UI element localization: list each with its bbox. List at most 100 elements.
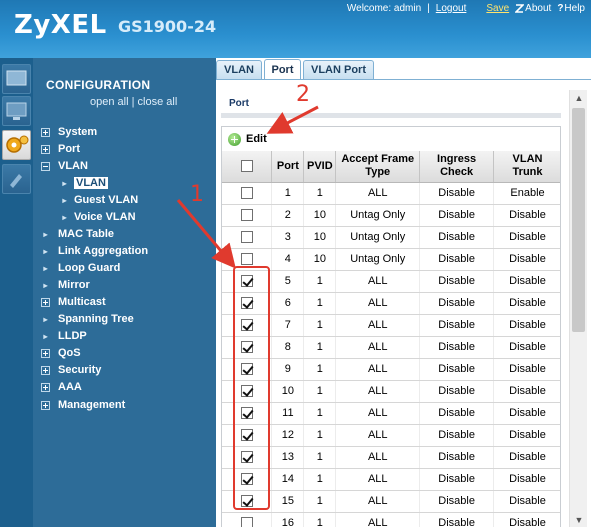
accept-frame-cell: ALL: [335, 490, 421, 513]
port-cell: 8: [271, 336, 305, 359]
separator: |: [427, 3, 430, 14]
table-row[interactable]: 16 1 ALL Disable Disable: [222, 512, 560, 527]
pvid-cell: 10: [303, 204, 337, 227]
table-row[interactable]: 4 10 Untag Only Disable Disable: [222, 248, 560, 271]
table-row[interactable]: 13 1 ALL Disable Disable: [222, 446, 560, 469]
vlan-trunk-cell: Disable: [493, 248, 560, 271]
ingress-check-cell: Disable: [419, 380, 495, 403]
table-row[interactable]: 10 1 ALL Disable Disable: [222, 380, 560, 403]
port-cell: 14: [271, 468, 305, 491]
table-row[interactable]: 11 1 ALL Disable Disable: [222, 402, 560, 425]
welcome-text: Welcome: admin: [346, 3, 422, 14]
pvid-cell: 1: [303, 358, 337, 381]
sidebar-subitem-voice-vlan[interactable]: ▸ Voice VLAN: [60, 210, 135, 224]
tab-port[interactable]: Port: [264, 59, 301, 80]
sidebar-subitem-guest-vlan[interactable]: ▸ Guest VLAN: [60, 193, 138, 207]
pvid-cell: 1: [303, 292, 337, 315]
select-all-checkbox[interactable]: [240, 159, 253, 172]
sidebar-item-vlan[interactable]: VLAN: [41, 159, 88, 173]
sidebar-item-port[interactable]: Port: [41, 142, 80, 156]
table-row[interactable]: 12 1 ALL Disable Disable: [222, 424, 560, 447]
row-checkbox[interactable]: [240, 209, 253, 222]
close-all-link[interactable]: close all: [138, 96, 178, 108]
table-row[interactable]: 5 1 ALL Disable Disable: [222, 270, 560, 293]
accept-frame-cell: Untag Only: [335, 248, 421, 271]
expand-icon: [41, 400, 50, 410]
row-select-cell[interactable]: [222, 226, 273, 249]
pvid-cell: 1: [303, 336, 337, 359]
sidebar-item-mirror[interactable]: ▸ Mirror: [41, 278, 89, 292]
table-row[interactable]: 1 1 ALL Disable Enable: [222, 182, 560, 205]
ingress-check-cell: Disable: [419, 314, 495, 337]
select-all-header[interactable]: [222, 151, 273, 183]
sidebar-item-qos[interactable]: QoS: [41, 346, 81, 360]
port-cell: 1: [271, 182, 305, 205]
table-row[interactable]: 15 1 ALL Disable Disable: [222, 490, 560, 513]
open-all-link[interactable]: open all: [90, 96, 129, 108]
status-mode-button[interactable]: [2, 64, 31, 94]
sidebar-item-aaa[interactable]: AAA: [41, 380, 82, 394]
ingress-check-header: Ingress Check: [419, 151, 495, 183]
table-row[interactable]: 8 1 ALL Disable Disable: [222, 336, 560, 359]
tab-vlan-port[interactable]: VLAN Port: [303, 60, 374, 79]
bullet-icon: ▸: [43, 331, 48, 341]
sidebar-item-mac-table[interactable]: ▸ MAC Table: [41, 227, 114, 241]
configuration-mode-button[interactable]: [2, 130, 31, 160]
monitor-mode-button[interactable]: [2, 96, 31, 126]
port-cell: 6: [271, 292, 305, 315]
sidebar-item-spanning-tree[interactable]: ▸ Spanning Tree: [41, 312, 133, 326]
vlan-trunk-cell: Disable: [493, 468, 560, 491]
ingress-check-cell: Disable: [419, 182, 495, 205]
zyxel-logo: ZyXEL: [14, 10, 107, 40]
sidebar-item-security[interactable]: Security: [41, 363, 101, 377]
add-plus-icon: [228, 132, 241, 146]
sidebar-item-lldp[interactable]: ▸ LLDP: [41, 329, 86, 343]
table-row[interactable]: 3 10 Untag Only Disable Disable: [222, 226, 560, 249]
row-select-cell[interactable]: [222, 182, 273, 205]
port-cell: 12: [271, 424, 305, 447]
vertical-scrollbar[interactable]: ▲ ▼: [569, 90, 587, 527]
row-select-cell[interactable]: [222, 512, 273, 527]
edit-button[interactable]: Edit: [222, 127, 560, 151]
scroll-thumb[interactable]: [572, 108, 585, 332]
table-row[interactable]: 7 1 ALL Disable Disable: [222, 314, 560, 337]
accept-frame-cell: ALL: [335, 270, 421, 293]
help-link[interactable]: ? Help: [557, 3, 585, 14]
pvid-cell: 1: [303, 380, 337, 403]
about-link[interactable]: About: [515, 3, 551, 14]
sidebar-item-multicast[interactable]: Multicast: [41, 295, 106, 309]
table-row[interactable]: 14 1 ALL Disable Disable: [222, 468, 560, 491]
table-row[interactable]: 2 10 Untag Only Disable Disable: [222, 204, 560, 227]
sidebar-item-system[interactable]: System: [41, 125, 97, 139]
vlan-trunk-cell: Disable: [493, 336, 560, 359]
tab-vlan[interactable]: VLAN: [216, 60, 262, 79]
port-cell: 15: [271, 490, 305, 513]
pvid-cell: 1: [303, 424, 337, 447]
sidebar-item-management[interactable]: Management: [41, 398, 125, 412]
logout-link[interactable]: Logout: [436, 3, 467, 14]
row-checkbox[interactable]: [240, 187, 253, 200]
row-checkbox[interactable]: [240, 253, 253, 266]
vlan-trunk-header: VLAN Trunk: [493, 151, 560, 183]
screen-icon: [6, 102, 27, 120]
scroll-down-arrow-icon[interactable]: ▼: [570, 512, 588, 527]
accept-frame-cell: ALL: [335, 468, 421, 491]
bullet-icon: ▸: [62, 178, 67, 188]
row-checkbox[interactable]: [240, 517, 253, 527]
maintenance-mode-button[interactable]: [2, 164, 31, 194]
sidebar-item-loop-guard[interactable]: ▸ Loop Guard: [41, 261, 120, 275]
sidebar-subitem-vlan[interactable]: ▸ VLAN: [60, 176, 108, 190]
row-select-cell[interactable]: [222, 204, 273, 227]
save-link[interactable]: Save: [486, 3, 509, 14]
ingress-check-cell: Disable: [419, 512, 495, 527]
scroll-up-arrow-icon[interactable]: ▲: [570, 90, 588, 106]
gears-icon: [6, 135, 29, 153]
app-header: ZyXEL GS1900-24 Welcome: admin | Logout …: [0, 0, 591, 58]
ingress-check-cell: Disable: [419, 402, 495, 425]
sidebar-item-link-aggregation[interactable]: ▸ Link Aggregation: [41, 244, 148, 258]
row-checkbox[interactable]: [240, 231, 253, 244]
table-row[interactable]: 6 1 ALL Disable Disable: [222, 292, 560, 315]
vlan-trunk-cell: Disable: [493, 270, 560, 293]
zyxel-z-icon: [515, 4, 525, 13]
table-row[interactable]: 9 1 ALL Disable Disable: [222, 358, 560, 381]
